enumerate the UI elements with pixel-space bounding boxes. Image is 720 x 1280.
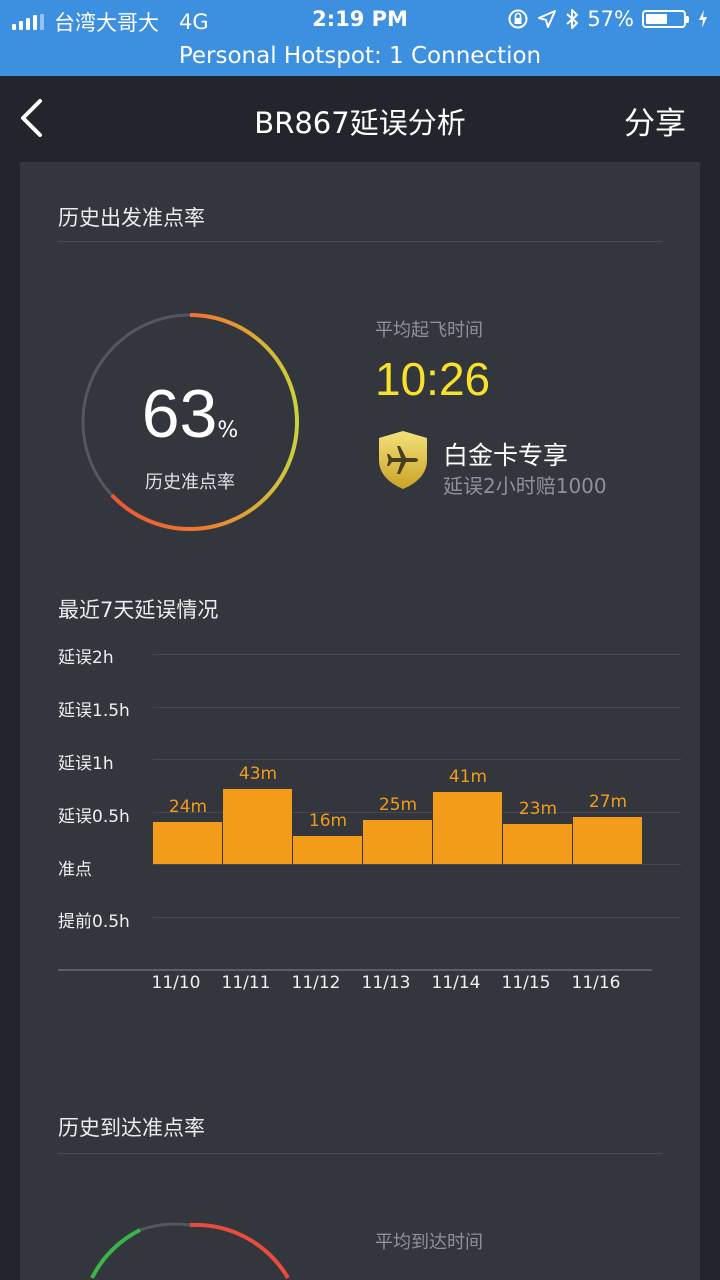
x-axis-tick-label: 11/15 [501, 973, 551, 993]
avg-departure-label: 平均起飞时间 [375, 320, 483, 341]
plane-shield-icon [379, 431, 427, 489]
delay-bar[interactable] [363, 820, 432, 864]
analysis-card: 历史出发准点率 63% 历史准点率 平均起飞时间 10:26 白金卡专享 延误2… [20, 162, 700, 1280]
grid-line [153, 917, 681, 918]
gauge-label: 历史准点率 [145, 472, 235, 493]
delay-bar[interactable] [503, 823, 572, 864]
section-divider [58, 241, 662, 242]
status-bar: 台湾大哥大 4G 2:19 PM 57% [0, 0, 720, 40]
bar-value-label: 24m [168, 797, 208, 817]
delay-bar[interactable] [573, 816, 642, 864]
bar-value-label: 23m [518, 798, 558, 819]
hotspot-text: Personal Hotspot: 1 Connection [178, 43, 542, 69]
battery-icon [642, 10, 689, 28]
bluetooth-icon [566, 9, 579, 29]
gauge-value: 63% [80, 380, 300, 448]
bar-value-label: 16m [308, 811, 348, 831]
departure-section-title: 历史出发准点率 [58, 206, 205, 230]
y-axis-label: 准点 [58, 860, 92, 880]
arrival-ontime-gauge [90, 1222, 290, 1280]
grid-line [153, 864, 681, 865]
x-axis-tick-label: 11/14 [431, 973, 481, 993]
y-axis-label: 提前0.5h [58, 912, 130, 932]
battery-percent: 57% [587, 7, 634, 31]
x-axis-tick-label: 11/16 [571, 973, 621, 993]
arrival-section-title: 历史到达准点率 [58, 1116, 205, 1140]
bar-value-label: 43m [238, 763, 278, 784]
delay-bar[interactable] [153, 822, 222, 864]
x-axis-tick-label: 11/13 [361, 973, 411, 993]
bar-value-label: 27m [588, 791, 628, 812]
delay-bar[interactable] [293, 836, 362, 864]
lock-rotation-icon [508, 9, 528, 29]
nav-bar: BR867延误分析 分享 [0, 76, 720, 162]
ontime-rate-unit: % [217, 418, 239, 443]
section-divider [58, 1153, 662, 1154]
location-icon [538, 10, 557, 28]
platinum-subtitle: 延误2小时赔1000 [443, 474, 607, 498]
grid-line [153, 707, 681, 708]
status-right: 57% [507, 7, 708, 31]
x-axis-line [58, 969, 652, 971]
page-title: BR867延误分析 [254, 106, 466, 140]
avg-arrival-label: 平均到达时间 [375, 1232, 483, 1253]
delay-chart-title: 最近7天延误情况 [58, 598, 219, 622]
avg-departure-time: 10:26 [375, 353, 491, 405]
y-axis-label: 延误1.5h [58, 701, 130, 721]
y-axis-label: 延误2h [58, 648, 114, 668]
platinum-title[interactable]: 白金卡专享 [443, 436, 568, 472]
grid-line [153, 654, 681, 655]
ontime-rate-number: 63 [141, 376, 218, 452]
share-button[interactable]: 分享 [624, 98, 686, 143]
hotspot-banner[interactable]: Personal Hotspot: 1 Connection [0, 40, 720, 76]
x-axis-tick-label: 11/12 [291, 973, 341, 993]
grid-line [153, 759, 681, 760]
x-axis-tick-label: 11/11 [221, 973, 271, 993]
y-axis-label: 延误1h [58, 754, 114, 774]
delay-bar[interactable] [223, 788, 292, 864]
y-axis-label: 延误0.5h [58, 807, 130, 827]
bar-value-label: 25m [378, 795, 418, 816]
delay-bar[interactable] [433, 792, 502, 864]
x-axis-tick-label: 11/10 [151, 973, 201, 993]
charging-icon [699, 10, 707, 28]
bar-value-label: 41m [448, 767, 488, 788]
